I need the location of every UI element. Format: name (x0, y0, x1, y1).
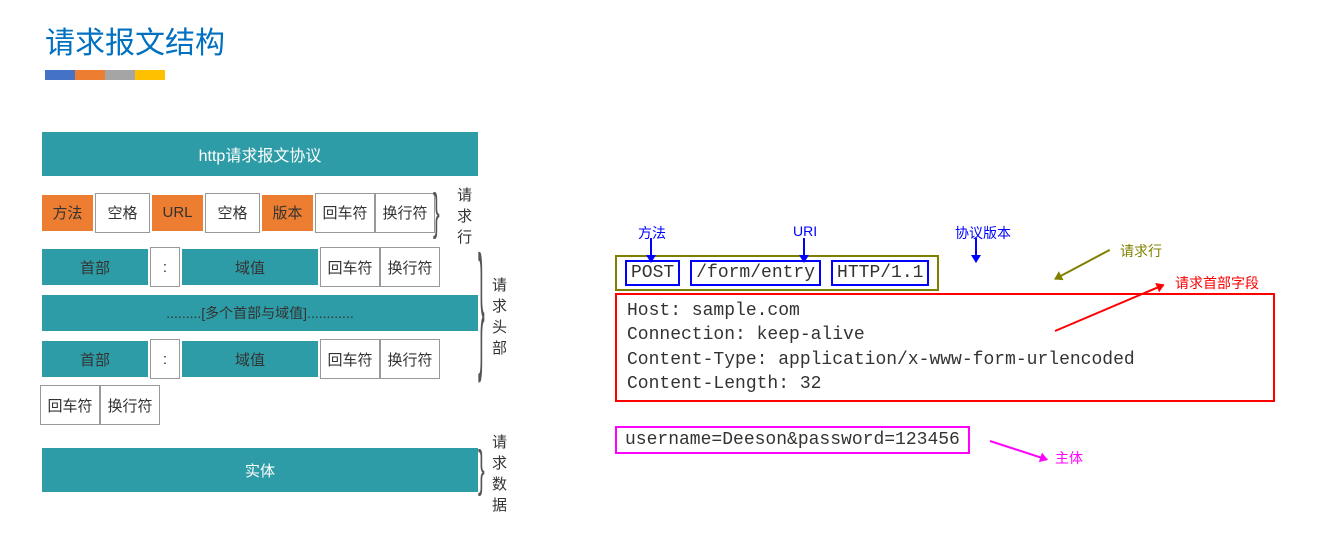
cell-multiple-headers: .........[多个首部与域值]............ (40, 293, 480, 333)
cell-version: 版本 (260, 193, 315, 233)
label-method: 方法 (638, 223, 666, 243)
cell-space: 空格 (95, 193, 150, 233)
header-line: Connection: keep-alive (627, 323, 1263, 347)
cell-entity: 实体 (40, 446, 480, 494)
color-stripe (45, 70, 165, 80)
label-body-example: 主体 (1055, 448, 1083, 468)
label-headers-example: 请求首部字段 (1175, 273, 1259, 293)
arrow-down-icon (975, 238, 977, 262)
box-method: POST (625, 260, 680, 286)
cell-cr: 回车符 (320, 247, 380, 287)
header-line: Content-Type: application/x-www-form-url… (627, 348, 1263, 372)
cell-colon: : (150, 339, 180, 379)
arrow-down-icon (650, 238, 652, 262)
label-request-line: 请求行 (457, 184, 480, 247)
cell-lf: 换行符 (375, 193, 435, 233)
header-line: Content-Length: 32 (627, 372, 1263, 396)
cell-url: URL (150, 193, 205, 233)
cell-space: 空格 (205, 193, 260, 233)
request-line-box: POST /form/entry HTTP/1.1 (615, 255, 939, 291)
cell-header-value: 域值 (180, 339, 320, 379)
cell-method: 方法 (40, 193, 95, 233)
cell-lf: 换行符 (380, 339, 440, 379)
cell-header-name: 首部 (40, 247, 150, 287)
header-line: Host: sample.com (627, 299, 1263, 323)
cell-colon: : (150, 247, 180, 287)
cell-lf: 换行符 (100, 385, 160, 425)
arrow-down-icon (803, 238, 805, 262)
header-cell: http请求报文协议 (40, 130, 480, 178)
cell-cr: 回车符 (315, 193, 375, 233)
cell-header-name: 首部 (40, 339, 150, 379)
structure-diagram: http请求报文协议 方法 空格 URL 空格 版本 回车符 换行符 请求行 首… (40, 130, 480, 515)
page-title: 请求报文结构 (45, 18, 225, 62)
box-uri: /form/entry (690, 260, 821, 286)
box-version: HTTP/1.1 (831, 260, 929, 286)
cell-cr: 回车符 (40, 385, 100, 425)
headers-box: Host: sample.com Connection: keep-alive … (615, 293, 1275, 402)
cell-cr: 回车符 (320, 339, 380, 379)
cell-header-value: 域值 (180, 247, 320, 287)
label-version: 协议版本 (955, 223, 1011, 243)
label-uri: URI (793, 223, 817, 239)
body-box: username=Deeson&password=123456 (615, 426, 970, 454)
label-request-line-example: 请求行 (1120, 241, 1162, 261)
label-request-headers: 请求头部 (492, 274, 507, 358)
cell-lf: 换行符 (380, 247, 440, 287)
label-request-body: 请求数据 (492, 431, 507, 515)
